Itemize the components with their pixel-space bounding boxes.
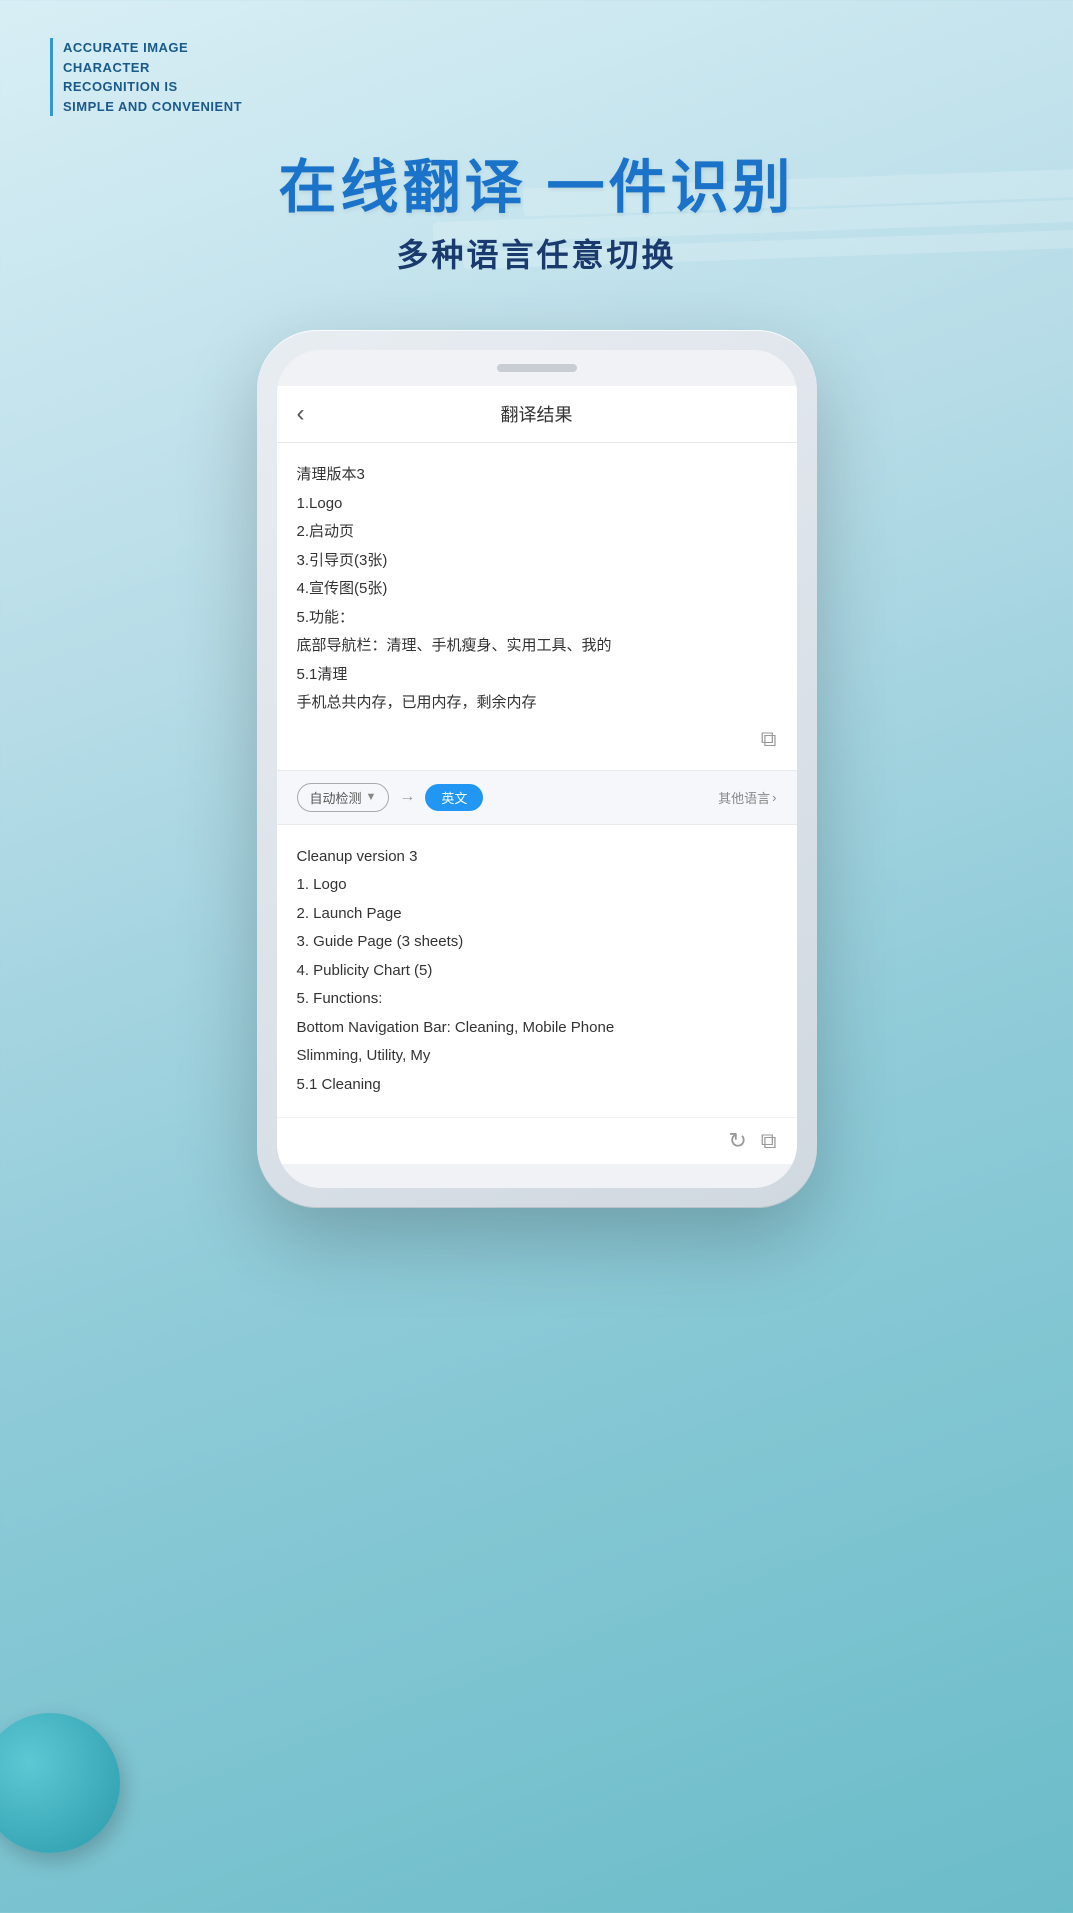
orig-line-3: 2.启动页 — [297, 518, 777, 547]
orig-line-2: 1.Logo — [297, 490, 777, 519]
headline-area: 在线翻译 一件识别 多种语言任意切换 — [0, 155, 1073, 276]
back-button[interactable]: ‹ — [297, 400, 327, 428]
translated-text-section: Cleanup version 3 1. Logo 2. Launch Page… — [277, 825, 797, 1118]
nav-title: 翻译结果 — [327, 401, 747, 427]
translated-text-content: Cleanup version 3 1. Logo 2. Launch Page… — [297, 843, 777, 1100]
orig-line-6: 5.功能： — [297, 604, 777, 633]
phone-mockup: ‹ 翻译结果 清理版本3 1.Logo 2.启动页 3.引导页(3张) 4.宣传… — [257, 330, 817, 1208]
tagline-line4: SIMPLE AND CONVENIENT — [63, 97, 242, 117]
refresh-icon-button[interactable]: ↻ — [728, 1128, 746, 1154]
more-languages-button[interactable]: 其他语言 › — [718, 788, 776, 807]
phone-outer: ‹ 翻译结果 清理版本3 1.Logo 2.启动页 3.引导页(3张) 4.宣传… — [257, 330, 817, 1208]
headline-sub: 多种语言任意切换 — [0, 230, 1073, 276]
auto-detect-label: 自动检测 — [310, 788, 362, 807]
orig-line-4: 3.引导页(3张) — [297, 547, 777, 576]
orig-line-1: 清理版本3 — [297, 461, 777, 490]
phone-bottom-bar — [277, 1164, 797, 1188]
trans-line-1: Cleanup version 3 — [297, 843, 777, 872]
trans-line-9: 5.1 Cleaning — [297, 1071, 777, 1100]
trans-line-3: 2. Launch Page — [297, 900, 777, 929]
orig-line-5: 4.宣传图(5张) — [297, 575, 777, 604]
tagline-line1: ACCURATE IMAGE — [63, 38, 242, 58]
app-screen: ‹ 翻译结果 清理版本3 1.Logo 2.启动页 3.引导页(3张) 4.宣传… — [277, 386, 797, 1164]
more-languages-label: 其他语言 — [718, 788, 770, 807]
copy-icon-area: ⧉ — [297, 718, 777, 752]
phone-inner: ‹ 翻译结果 清理版本3 1.Logo 2.启动页 3.引导页(3张) 4.宣传… — [277, 350, 797, 1188]
original-text-section: 清理版本3 1.Logo 2.启动页 3.引导页(3张) 4.宣传图(5张) 5… — [277, 443, 797, 771]
trans-line-2: 1. Logo — [297, 871, 777, 900]
trans-line-4: 3. Guide Page (3 sheets) — [297, 928, 777, 957]
more-languages-arrow: › — [772, 790, 776, 805]
copy-icon-button[interactable]: ⧉ — [761, 726, 777, 752]
phone-speaker — [497, 364, 577, 372]
trans-line-7: Bottom Navigation Bar: Cleaning, Mobile … — [297, 1014, 777, 1043]
language-selector: 自动检测 ▼ → 英文 其他语言 › — [277, 771, 797, 825]
trans-line-5: 4. Publicity Chart (5) — [297, 957, 777, 986]
trans-line-8: Slimming, Utility, My — [297, 1042, 777, 1071]
tagline-block: ACCURATE IMAGE CHARACTER RECOGNITION IS … — [50, 38, 242, 116]
arrow-right-icon: → — [399, 788, 415, 806]
headline-main: 在线翻译 一件识别 — [0, 155, 1073, 222]
orig-line-8: 5.1清理 — [297, 661, 777, 690]
original-text-content: 清理版本3 1.Logo 2.启动页 3.引导页(3张) 4.宣传图(5张) 5… — [297, 461, 777, 718]
orig-line-9: 手机总共内存，已用内存，剩余内存 — [297, 689, 777, 718]
orig-line-7: 底部导航栏：清理、手机瘦身、实用工具、我的 — [297, 632, 777, 661]
trans-line-6: 5. Functions: — [297, 985, 777, 1014]
copy-translated-button[interactable]: ⧉ — [761, 1128, 777, 1154]
teal-ball-decoration — [0, 1713, 120, 1853]
tagline-line2: CHARACTER — [63, 58, 242, 78]
auto-detect-button[interactable]: 自动检测 ▼ — [297, 783, 390, 812]
tagline-line3: RECOGNITION IS — [63, 77, 242, 97]
bottom-actions: ↻ ⧉ — [277, 1117, 797, 1164]
auto-detect-arrow: ▼ — [366, 791, 377, 803]
english-lang-button[interactable]: 英文 — [425, 784, 483, 811]
phone-top-bar — [277, 350, 797, 386]
app-nav: ‹ 翻译结果 — [277, 386, 797, 443]
